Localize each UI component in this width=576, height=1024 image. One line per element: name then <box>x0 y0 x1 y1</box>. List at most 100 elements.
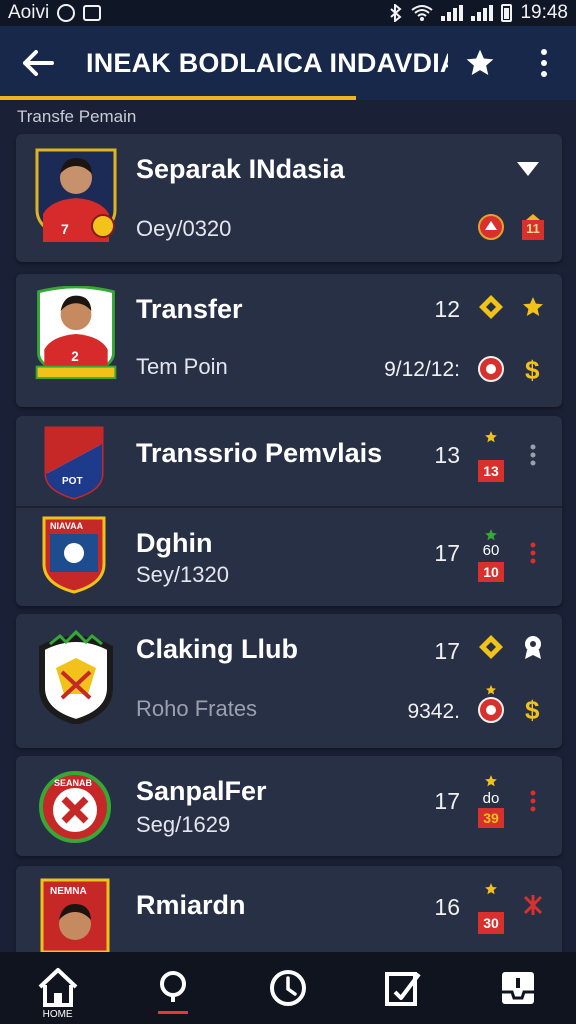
player-card[interactable]: NEMNA Rmiardn 16 30 <box>16 866 562 952</box>
star-icon <box>485 431 497 443</box>
award-badge <box>518 632 548 662</box>
star-icon <box>523 297 543 316</box>
player-name: Separak INdasia <box>136 154 345 184</box>
player-row[interactable]: POT Transsrio Pemvlais 13 13 <box>16 416 562 506</box>
rating-badge: 30 <box>476 882 506 936</box>
player-card[interactable]: 2 Transfer 12 Tem Poin 9/12/12: $ <box>16 274 562 407</box>
star-icon <box>486 685 496 695</box>
player-name: Transsrio Pemvlais <box>136 438 383 468</box>
player-card[interactable]: SEANAB SanpalFer Seg/1629 17 do 39 <box>16 756 562 856</box>
diamond-icon <box>479 295 503 319</box>
star-icon <box>485 883 497 895</box>
inbox-icon <box>502 972 535 1004</box>
nav-edit[interactable] <box>368 956 438 1020</box>
dollar-icon: $ <box>525 695 540 723</box>
club-crest: NIAVAA <box>42 516 106 594</box>
nav-search[interactable] <box>138 956 208 1020</box>
more-vert-icon <box>530 790 536 812</box>
close-button[interactable] <box>518 890 548 920</box>
dollar-icon: $ <box>525 355 540 383</box>
club-badge <box>476 354 506 384</box>
player-card[interactable]: 7 Separak INdasia Oey/0320 11 <box>16 134 562 262</box>
carrier-text: Aoivi <box>8 2 50 23</box>
player-name: Dghin <box>136 528 213 558</box>
player-card[interactable]: Claking Llub 17 Roho Frates 9342. $ <box>16 614 562 748</box>
svg-text:NEMNA: NEMNA <box>50 886 87 897</box>
more-options-button[interactable] <box>518 440 548 470</box>
nav-inbox[interactable] <box>483 956 553 1020</box>
rating-badge: 13 <box>476 430 506 482</box>
player-name: SanpalFer <box>136 776 267 806</box>
player-row[interactable]: NIAVAA Dghin Sey/1320 17 60 10 <box>16 508 562 606</box>
club-crest: POT <box>44 426 104 500</box>
club-badge <box>476 684 506 724</box>
expand-button[interactable] <box>510 154 546 184</box>
player-number: 17 <box>434 788 460 814</box>
arrow-back-icon <box>23 50 54 76</box>
rating-badge: do 39 <box>476 774 506 830</box>
nav-active-indicator <box>157 1011 188 1014</box>
player-number: 13 <box>434 442 460 468</box>
rating-badge: 60 10 <box>476 528 506 582</box>
player-number: 17 <box>434 540 460 566</box>
player-date: Oey/0320 <box>136 216 232 241</box>
svg-text:SEANAB: SEANAB <box>54 778 93 788</box>
home-icon <box>38 968 77 1007</box>
diamond-badge <box>476 632 506 662</box>
player-name: Transfer <box>136 294 243 324</box>
diamond-badge <box>476 292 506 322</box>
edit-icon <box>385 972 421 1006</box>
more-vert-icon <box>530 444 536 466</box>
svg-text:$: $ <box>525 355 540 383</box>
star-badge <box>518 292 548 322</box>
status-bar: Aoivi 19:48 <box>0 0 576 26</box>
club-badge-icon <box>478 214 504 240</box>
player-number: 12 <box>434 296 460 322</box>
player-subtitle: Roho Frates <box>136 696 258 721</box>
more-options-button[interactable] <box>512 26 576 100</box>
diamond-icon <box>479 635 503 659</box>
player-subtitle: Tem Poin <box>136 354 228 379</box>
bottom-nav: HOME <box>0 952 576 1024</box>
club-crest: SEANAB <box>39 771 111 843</box>
app-bar: INEAK BODLAICA INDAVDIA <box>0 26 576 100</box>
section-label: Transfe Pemain <box>17 107 137 126</box>
search-icon <box>159 971 186 1002</box>
tab-indicator <box>0 96 356 100</box>
notification-icon <box>57 4 76 22</box>
player-date: Sey/1320 <box>136 562 229 587</box>
nav-home[interactable]: HOME <box>23 956 93 1020</box>
signal-icon <box>441 5 464 21</box>
player-date: Seg/1629 <box>136 812 231 837</box>
player-name: Claking Llub <box>136 634 298 664</box>
jersey-badge: 11 <box>518 212 548 242</box>
club-crest <box>39 629 113 724</box>
svg-text:2: 2 <box>71 349 78 364</box>
bluetooth-icon <box>389 4 403 22</box>
nav-history[interactable] <box>253 956 323 1020</box>
image-icon <box>83 5 102 21</box>
player-number: 17 <box>434 638 460 664</box>
player-avatar: NEMNA <box>40 878 110 952</box>
player-card-group: POT Transsrio Pemvlais 13 13 NIAVAA Dghi… <box>16 416 562 606</box>
player-avatar: 2 <box>35 286 117 380</box>
star-icon <box>485 529 497 541</box>
player-avatar: 7 <box>35 148 117 242</box>
more-options-button[interactable] <box>518 538 548 568</box>
clock-text: 19:48 <box>520 2 568 23</box>
more-options-button[interactable] <box>518 786 548 816</box>
player-number: 16 <box>434 894 460 920</box>
club-badge-icon <box>478 697 504 723</box>
star-icon <box>466 49 494 75</box>
player-date: 9342. <box>407 700 460 723</box>
star-icon <box>485 775 497 787</box>
dollar-badge: $ <box>518 694 548 724</box>
close-icon <box>523 895 543 915</box>
back-button[interactable] <box>0 26 76 100</box>
player-date: 9/12/12: <box>384 358 460 381</box>
club-badge-icon <box>478 356 504 382</box>
clock-icon <box>269 970 306 1006</box>
favorite-button[interactable] <box>448 26 512 100</box>
more-vert-icon <box>530 542 536 564</box>
svg-text:7: 7 <box>61 221 69 237</box>
